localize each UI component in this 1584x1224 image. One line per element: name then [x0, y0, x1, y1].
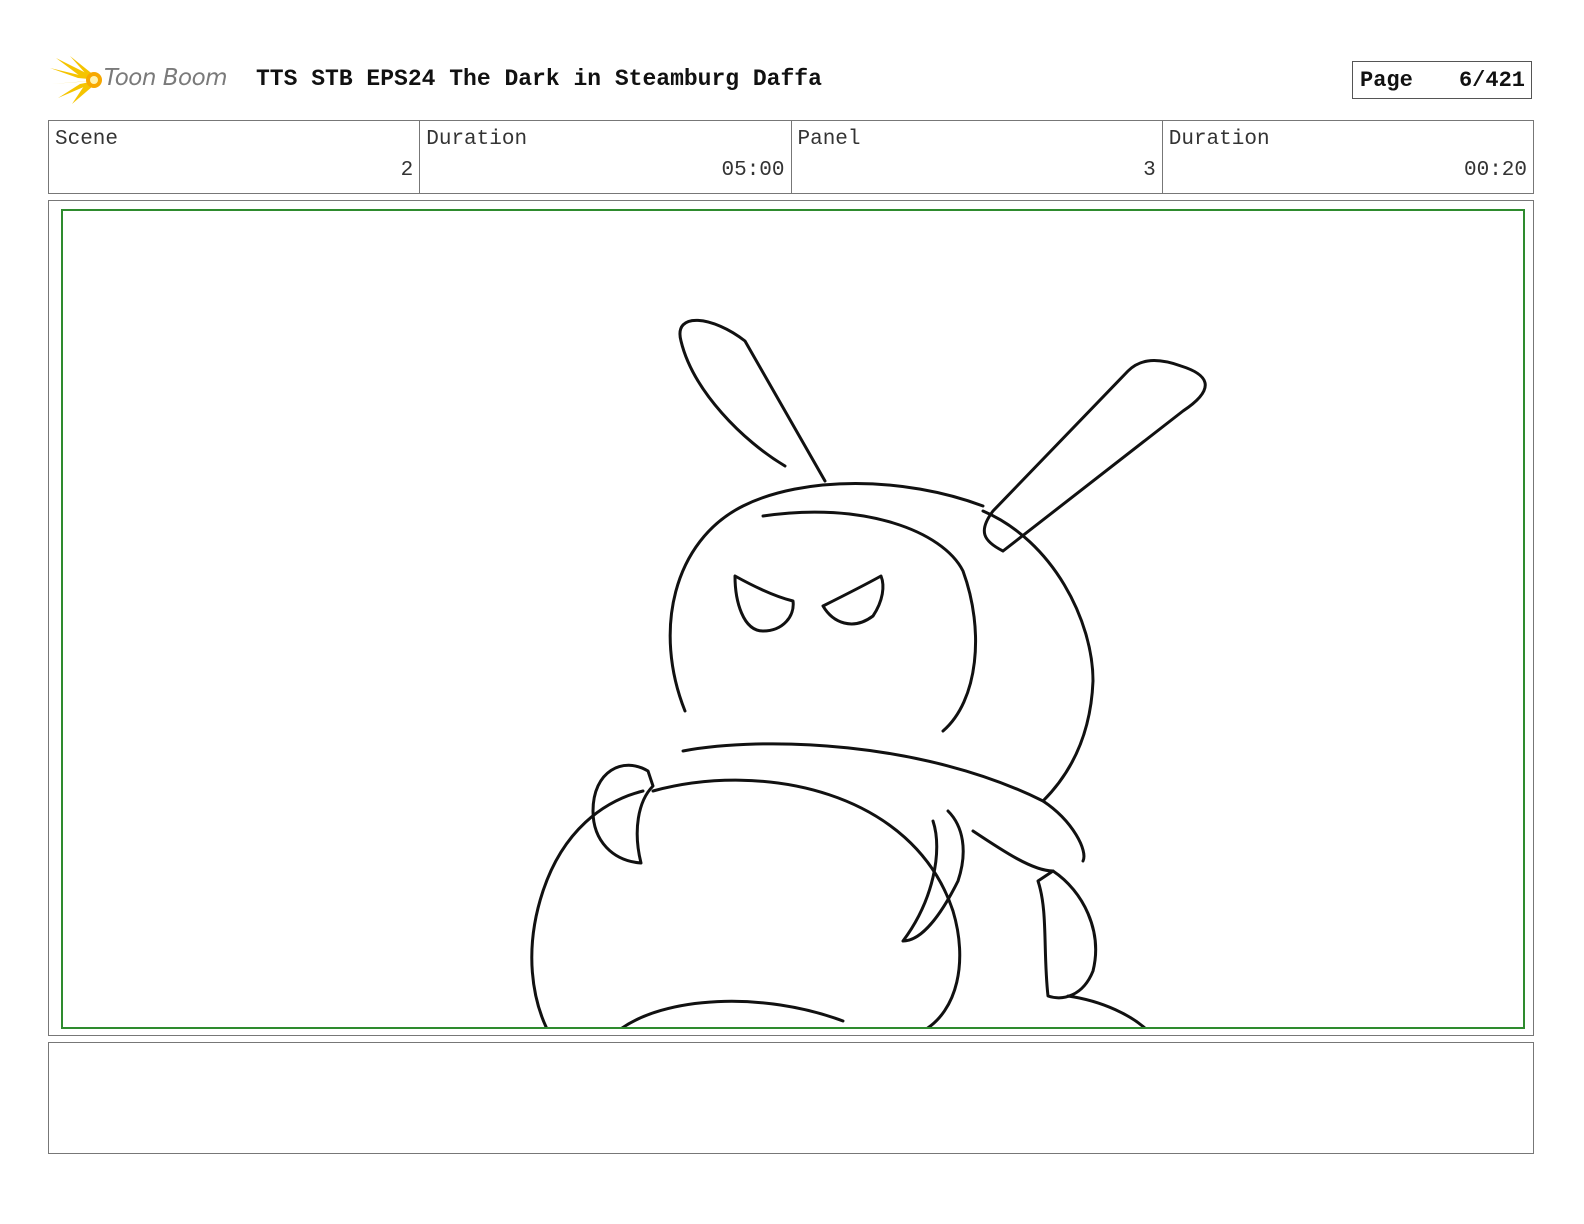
page-label: Page [1360, 68, 1413, 93]
body-left [530, 789, 645, 1027]
right-ear [982, 359, 1207, 553]
left-hand [591, 763, 655, 865]
strap [971, 829, 1055, 873]
head [668, 482, 985, 713]
scene-duration-cell: Duration 05:00 [420, 121, 792, 193]
panel-duration-label: Duration [1168, 128, 1270, 151]
scene-info-row: Scene 2 Duration 05:00 Panel 3 Duration … [48, 120, 1534, 194]
character-sketch [530, 318, 1207, 1027]
camera-safe-frame [61, 209, 1525, 1029]
toon-boom-logo: Toon Boom [50, 54, 240, 106]
head-inner [761, 510, 978, 733]
scene-duration-label: Duration [426, 128, 528, 151]
panel-cell: Panel 3 [792, 121, 1163, 193]
panel-notes [48, 1042, 1534, 1154]
right-eye [821, 574, 885, 626]
left-ear [678, 318, 827, 483]
page-indicator: Page 6/421 [1352, 61, 1532, 99]
left-eye [733, 574, 795, 633]
document-title: TTS STB EPS24 The Dark in Steamburg Daff… [256, 66, 822, 92]
scene-value: 2 [400, 159, 414, 182]
scene-duration-value: 05:00 [721, 159, 785, 182]
page-number: 6/421 [1458, 68, 1525, 93]
right-arm [1036, 869, 1098, 1000]
belly-bottom [621, 999, 845, 1027]
panel-duration-value: 00:20 [1463, 159, 1527, 182]
panel-value: 3 [1143, 159, 1156, 182]
storyboard-panel [48, 200, 1534, 1036]
scene-label: Scene [55, 128, 119, 151]
logo-text: Toon Boom [104, 65, 228, 91]
scene-cell: Scene 2 [49, 121, 421, 193]
belly [651, 778, 962, 1027]
head-right [981, 509, 1095, 803]
right-leg [1066, 994, 1146, 1027]
panel-label: Panel [797, 128, 861, 151]
panel-duration-cell: Duration 00:20 [1163, 121, 1533, 193]
right-hand [901, 809, 965, 943]
body-top [681, 742, 1086, 863]
flare-icon [50, 56, 102, 104]
